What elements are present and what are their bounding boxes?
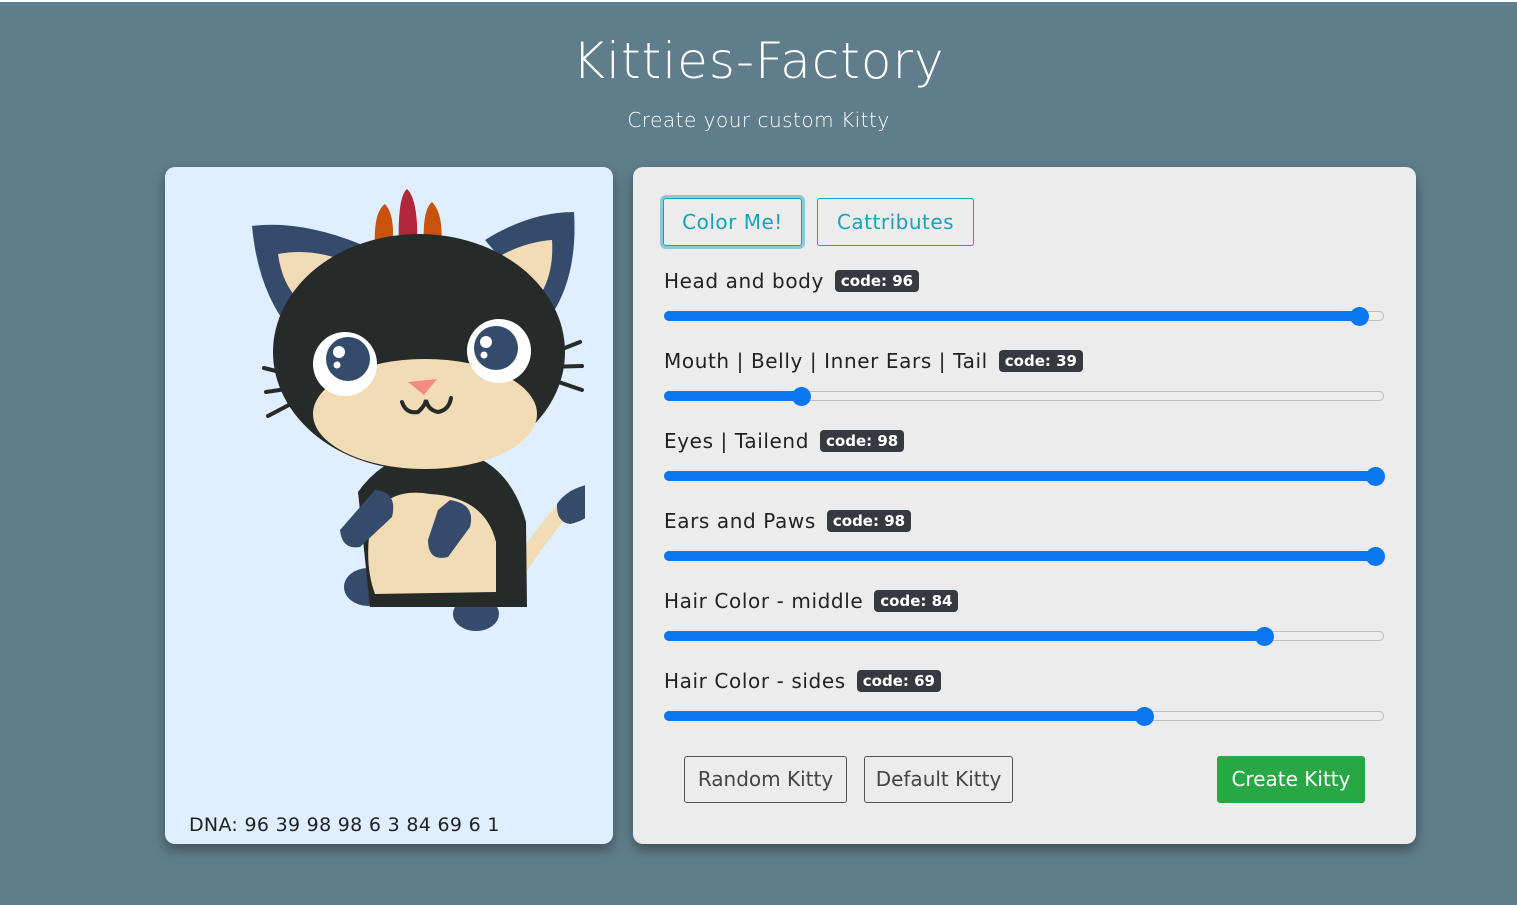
slider-fill <box>664 551 1374 561</box>
page-title: Kitties-Factory <box>572 32 945 90</box>
controls-card: Color Me! Cattributes Head and body code… <box>633 167 1416 844</box>
slider-label: Ears and Paws <box>664 509 816 533</box>
slider-row-eyes-tailend: Eyes | Tailend code: 98 <box>664 428 1385 486</box>
code-badge: code: 39 <box>998 350 1083 372</box>
slider-track[interactable] <box>664 307 1384 326</box>
slider-row-hair-sides: Hair Color - sides code: 69 <box>664 668 1384 726</box>
create-kitty-button[interactable]: Create Kitty <box>1217 756 1365 803</box>
kitty-eye-right-shine-small <box>480 351 488 359</box>
slider-row-mouth-belly: Mouth | Belly | Inner Ears | Tail code: … <box>664 348 1384 406</box>
slider-thumb[interactable] <box>1366 547 1385 566</box>
code-badge: code: 96 <box>834 270 920 292</box>
slider-row-ears-paws: Ears and Paws code: 98 <box>664 508 1385 566</box>
slider-row-head-body: Head and body code: 96 <box>664 268 1384 326</box>
code-badge: code: 98 <box>820 430 905 452</box>
dna-readout: DNA: 96 39 98 98 6 3 84 69 6 1 <box>189 814 500 836</box>
code-badge: code: 69 <box>856 670 941 692</box>
slider-row-hair-middle: Hair Color - middle code: 84 <box>664 588 1384 646</box>
code-badge: code: 98 <box>826 510 912 532</box>
kitty-eye-right-shine <box>480 336 492 348</box>
kitty-illustration <box>252 189 585 631</box>
slider-track[interactable] <box>664 387 1384 406</box>
slider-label: Head and body <box>664 269 824 293</box>
tab-color-me[interactable]: Color Me! <box>663 198 802 246</box>
kitty-eye-right <box>474 326 518 370</box>
slider-label: Hair Color - sides <box>664 669 846 693</box>
kitty-preview-card: DNA: 96 39 98 98 6 3 84 69 6 1 <box>165 167 613 844</box>
slider-fill <box>664 631 1263 641</box>
slider-track[interactable] <box>664 627 1384 646</box>
slider-label: Hair Color - middle <box>664 589 864 613</box>
slider-thumb[interactable] <box>1350 307 1370 326</box>
slider-track[interactable] <box>664 707 1384 726</box>
slider-label: Eyes | Tailend <box>664 429 810 453</box>
page-subtitle: Create your custom Kitty <box>627 108 890 132</box>
default-kitty-button[interactable]: Default Kitty <box>864 756 1013 803</box>
slider-fill <box>664 711 1144 721</box>
tab-cattributes[interactable]: Cattributes <box>817 198 974 246</box>
kitty-tailend <box>556 485 585 524</box>
slider-thumb[interactable] <box>1254 627 1274 646</box>
slider-label: Mouth | Belly | Inner Ears | Tail <box>664 349 988 373</box>
slider-track[interactable] <box>664 547 1385 566</box>
random-kitty-button[interactable]: Random Kitty <box>684 756 847 803</box>
kitty-eye-left-shine-small <box>333 361 341 369</box>
slider-thumb[interactable] <box>792 387 812 406</box>
slider-thumb[interactable] <box>1366 467 1385 486</box>
slider-fill <box>664 391 801 401</box>
slider-track[interactable] <box>664 467 1385 486</box>
kitty-eye-left <box>326 337 370 381</box>
slider-thumb[interactable] <box>1135 707 1155 726</box>
slider-fill <box>664 311 1359 321</box>
kitty-eye-left-shine <box>333 346 345 358</box>
code-badge: code: 84 <box>874 590 959 612</box>
slider-fill <box>664 471 1374 481</box>
